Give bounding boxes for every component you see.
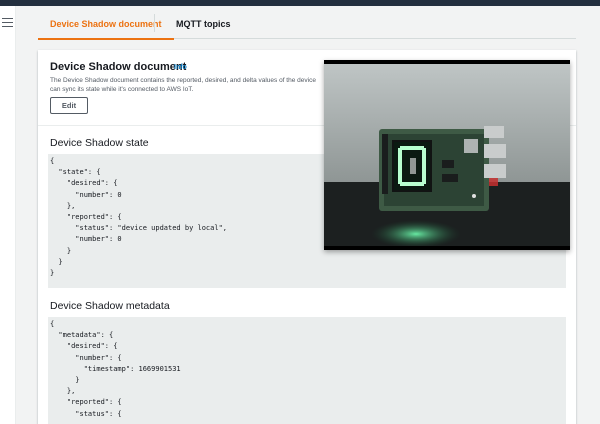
shadow-state-heading: Device Shadow state xyxy=(50,137,149,149)
description-line-1: The Device Shadow document contains the … xyxy=(50,77,316,84)
shadow-metadata-heading: Device Shadow metadata xyxy=(50,300,170,312)
code-line: "metadata": { xyxy=(50,331,114,340)
panel-description: The Device Shadow document contains the … xyxy=(50,76,340,94)
code-line: }, xyxy=(50,387,76,396)
raspberry-pi-led-matrix-image xyxy=(324,64,570,246)
panel-title: Device Shadow document xyxy=(50,61,187,73)
side-navigation xyxy=(0,6,16,424)
code-line: "desired": { xyxy=(50,342,118,351)
code-line: "reported": { xyxy=(50,398,122,407)
code-line: "timestamp": 1669901531 xyxy=(50,364,181,373)
tab-bar: Device Shadow document MQTT topics xyxy=(38,6,576,40)
code-line: { xyxy=(50,320,55,328)
edit-button[interactable]: Edit xyxy=(50,97,88,114)
shadow-metadata-code[interactable]: { "metadata": { "desired": { "number": {… xyxy=(48,317,566,424)
code-line: } xyxy=(50,269,55,278)
menu-icon[interactable] xyxy=(2,18,13,27)
camera-video-overlay xyxy=(324,60,570,250)
code-line: "status": { xyxy=(50,409,122,418)
info-link[interactable]: Info xyxy=(174,64,187,71)
code-line: "number": { xyxy=(50,353,122,362)
tab-divider xyxy=(154,14,155,32)
description-line-2: can sync its state while it's connected … xyxy=(50,86,194,93)
code-line: } xyxy=(50,376,80,385)
code-line: } xyxy=(50,257,63,266)
tab-mqtt-topics[interactable]: MQTT topics xyxy=(164,6,243,39)
